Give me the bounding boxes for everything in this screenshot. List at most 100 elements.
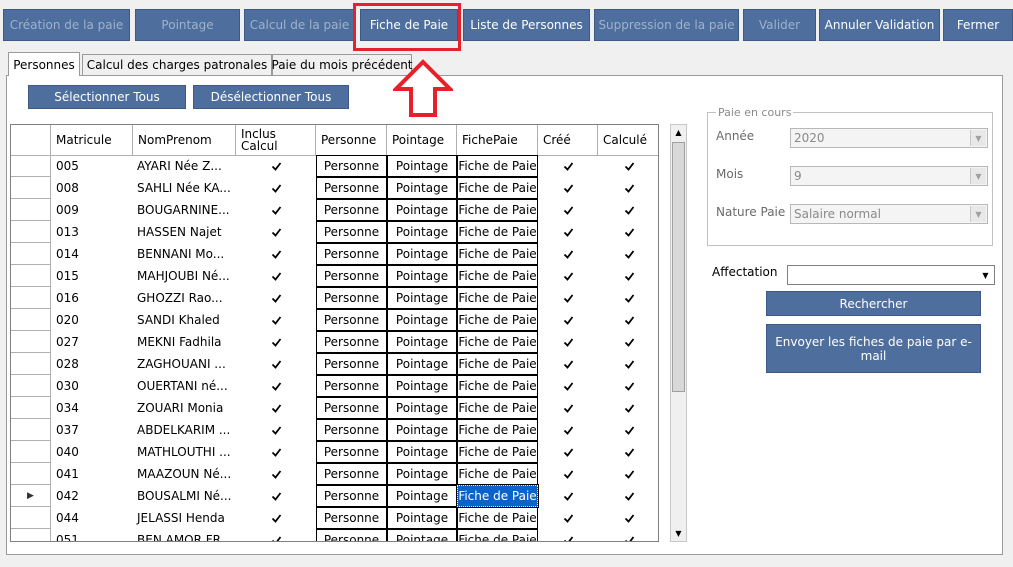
fiche-paie-row-button[interactable]: Fiche de Paie [457, 309, 538, 331]
row-selector[interactable] [11, 265, 51, 287]
personne-button[interactable]: Personne [316, 155, 387, 177]
scroll-up-icon[interactable]: ▲ [671, 125, 686, 140]
personne-button[interactable]: Personne [316, 199, 387, 221]
affectation-select[interactable]: ▼ [787, 265, 995, 285]
fiche-paie-row-button[interactable]: Fiche de Paie [457, 199, 538, 221]
pointage-row-button[interactable]: Pointage [387, 397, 457, 419]
fiche-paie-row-button[interactable]: Fiche de Paie [457, 155, 538, 177]
inclus-calcul-checkbox[interactable] [236, 419, 316, 441]
pointage-row-button[interactable]: Pointage [387, 463, 457, 485]
col-matricule[interactable]: Matricule [51, 125, 133, 155]
cree-checkbox[interactable] [538, 375, 598, 397]
liste-personnes-button[interactable]: Liste de Personnes [463, 9, 590, 41]
personne-button[interactable]: Personne [316, 287, 387, 309]
pointage-row-button[interactable]: Pointage [387, 353, 457, 375]
personne-button[interactable]: Personne [316, 243, 387, 265]
fiche-paie-row-button[interactable]: Fiche de Paie [457, 243, 538, 265]
calcule-checkbox[interactable] [598, 375, 658, 397]
calcule-checkbox[interactable] [598, 397, 658, 419]
cree-checkbox[interactable] [538, 287, 598, 309]
fiche-paie-row-button[interactable]: Fiche de Paie [456, 484, 539, 508]
row-selector[interactable] [11, 375, 51, 397]
cree-checkbox[interactable] [538, 441, 598, 463]
inclus-calcul-checkbox[interactable] [236, 243, 316, 265]
row-selector[interactable] [11, 441, 51, 463]
calcule-checkbox[interactable] [598, 463, 658, 485]
inclus-calcul-checkbox[interactable] [236, 529, 316, 541]
fiche-paie-row-button[interactable]: Fiche de Paie [457, 177, 538, 199]
pointage-row-button[interactable]: Pointage [387, 507, 457, 529]
pointage-button[interactable]: Pointage [135, 9, 240, 41]
calcule-checkbox[interactable] [598, 419, 658, 441]
pointage-row-button[interactable]: Pointage [387, 375, 457, 397]
table-row[interactable]: 014 BENNANI Mo... Personne Pointage Fiche de… [11, 243, 658, 265]
select-all-button[interactable]: Sélectionner Tous [28, 85, 186, 109]
calcule-checkbox[interactable] [598, 199, 658, 221]
table-row[interactable]: 040 MATHLOUTHI ... Personne Pointage Fiche d… [11, 441, 658, 463]
personne-button[interactable]: Personne [316, 177, 387, 199]
calcule-checkbox[interactable] [598, 177, 658, 199]
table-row[interactable]: ▶ 042 BOUSALMI Né... Personne Pointage Fiche … [11, 484, 658, 508]
annee-select[interactable]: 2020 ▼ [790, 128, 988, 148]
personne-button[interactable]: Personne [316, 309, 387, 331]
row-selector[interactable] [11, 309, 51, 331]
cree-checkbox[interactable] [538, 243, 598, 265]
cree-checkbox[interactable] [538, 221, 598, 243]
row-selector[interactable]: ▶ [11, 485, 51, 507]
pointage-row-button[interactable]: Pointage [387, 441, 457, 463]
row-selector[interactable] [11, 155, 51, 177]
personne-button[interactable]: Personne [316, 375, 387, 397]
table-row[interactable]: 051 BEN AMOR FR... Personne Pointage Fiche d… [11, 529, 658, 541]
inclus-calcul-checkbox[interactable] [236, 287, 316, 309]
personne-button[interactable]: Personne [316, 331, 387, 353]
cree-checkbox[interactable] [538, 331, 598, 353]
inclus-calcul-checkbox[interactable] [236, 221, 316, 243]
table-row[interactable]: 008 SAHLI Née KA... Personne Pointage Fiche … [11, 177, 658, 199]
inclus-calcul-checkbox[interactable] [236, 485, 316, 507]
row-selector[interactable] [11, 243, 51, 265]
calcule-checkbox[interactable] [598, 309, 658, 331]
col-cree[interactable]: Créé [538, 125, 598, 155]
inclus-calcul-checkbox[interactable] [236, 199, 316, 221]
calcule-checkbox[interactable] [598, 221, 658, 243]
fiche-paie-row-button[interactable]: Fiche de Paie [457, 507, 538, 529]
cree-checkbox[interactable] [538, 177, 598, 199]
cree-checkbox[interactable] [538, 529, 598, 541]
pointage-row-button[interactable]: Pointage [387, 221, 457, 243]
col-fichepaie[interactable]: FichePaie [457, 125, 538, 155]
table-row[interactable]: 030 OUERTANI né... Personne Pointage Fiche d… [11, 375, 658, 397]
personne-button[interactable]: Personne [316, 463, 387, 485]
personne-button[interactable]: Personne [316, 441, 387, 463]
cree-checkbox[interactable] [538, 397, 598, 419]
nature-paie-select[interactable]: Salaire normal ▼ [790, 204, 988, 224]
rechercher-button[interactable]: Rechercher [766, 291, 981, 316]
row-selector[interactable] [11, 463, 51, 485]
table-row[interactable]: 028 ZAGHOUANI ... Personne Pointage Fiche de… [11, 353, 658, 375]
col-pointage[interactable]: Pointage [387, 125, 457, 155]
personne-button[interactable]: Personne [316, 529, 387, 541]
cree-checkbox[interactable] [538, 199, 598, 221]
table-row[interactable]: 015 MAHJOUBI Né... Personne Pointage Fiche d… [11, 265, 658, 287]
personne-button[interactable]: Personne [316, 397, 387, 419]
inclus-calcul-checkbox[interactable] [236, 265, 316, 287]
deselect-all-button[interactable]: Désélectionner Tous [193, 85, 349, 109]
mois-select[interactable]: 9 ▼ [790, 166, 988, 186]
fiche-paie-row-button[interactable]: Fiche de Paie [457, 221, 538, 243]
calcule-checkbox[interactable] [598, 265, 658, 287]
annuler-validation-button[interactable]: Annuler Validation [819, 9, 940, 41]
grid-scrollbar[interactable]: ▲ ▼ [670, 124, 687, 542]
table-row[interactable]: 016 GHOZZI Rao... Personne Pointage Fiche de… [11, 287, 658, 309]
tab-calcul-charges[interactable]: Calcul des charges patronales [82, 54, 272, 75]
row-selector[interactable] [11, 221, 51, 243]
scroll-thumb[interactable] [672, 142, 685, 392]
inclus-calcul-checkbox[interactable] [236, 507, 316, 529]
fiche-paie-row-button[interactable]: Fiche de Paie [457, 331, 538, 353]
cree-checkbox[interactable] [538, 485, 598, 507]
fiche-paie-row-button[interactable]: Fiche de Paie [457, 265, 538, 287]
fiche-paie-row-button[interactable]: Fiche de Paie [457, 397, 538, 419]
calcule-checkbox[interactable] [598, 529, 658, 541]
cree-checkbox[interactable] [538, 353, 598, 375]
personne-button[interactable]: Personne [316, 265, 387, 287]
valider-button[interactable]: Valider [743, 9, 816, 41]
inclus-calcul-checkbox[interactable] [236, 177, 316, 199]
